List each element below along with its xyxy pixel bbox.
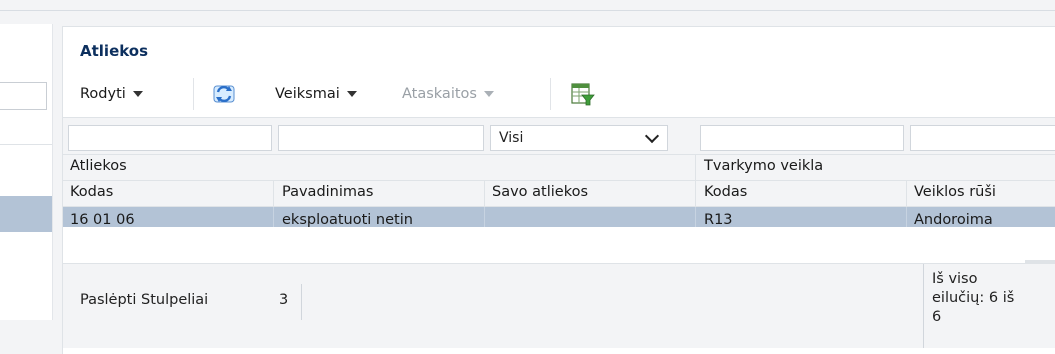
filter-name-input[interactable] — [278, 125, 484, 151]
column-header-name[interactable]: Pavadinimas — [282, 184, 373, 200]
hidden-columns-label: Paslėpti Stulpeliai — [80, 292, 209, 308]
toolbar: Rodyti Veiksmai Ataskaitos — [63, 73, 1055, 115]
column-divider — [695, 155, 696, 180]
top-divider — [0, 10, 1055, 11]
hidden-columns-count[interactable]: 3 — [279, 292, 288, 308]
column-divider — [906, 207, 907, 227]
waste-panel: Atliekos Rodyti Veiksmai Ataskaitos Visi… — [62, 26, 1055, 354]
filter-activity-type-input[interactable] — [910, 125, 1055, 151]
chevron-down-icon — [483, 91, 494, 97]
view-menu-label: Rodyti — [80, 86, 126, 102]
column-header-activity-type[interactable]: Veiklos rūši — [914, 184, 996, 200]
left-selected-item[interactable] — [0, 196, 52, 232]
column-divider — [273, 181, 274, 206]
footer-divider — [301, 284, 302, 320]
column-header-activity-code[interactable]: Kodas — [704, 184, 747, 200]
grid-footer: Paslėpti Stulpeliai 3 Iš viso eilučių: 6… — [63, 263, 1055, 348]
filter-code-input[interactable] — [68, 125, 272, 151]
toolbar-separator — [193, 78, 194, 110]
left-search-input[interactable] — [0, 82, 47, 110]
cell-activity-type: Andoroima — [914, 212, 993, 227]
group-header-row: Atliekos Tvarkymo veikla — [63, 155, 1055, 181]
column-divider — [484, 181, 485, 206]
filter-own-waste-value: Visi — [499, 130, 524, 146]
column-divider — [273, 207, 274, 227]
waste-grid: Visi Atliekos Tvarkymo veikla Kodas Pava… — [63, 117, 1055, 260]
column-header-row: Kodas Pavadinimas Savo atliekos Kodas Ve… — [63, 181, 1055, 207]
reports-menu-button[interactable]: Ataskaitos — [402, 73, 494, 115]
cell-code: 16 01 06 — [70, 212, 135, 227]
chevron-down-icon — [132, 91, 143, 97]
actions-menu-label: Veiksmai — [275, 86, 340, 102]
column-header-code[interactable]: Kodas — [70, 184, 113, 200]
cell-name: eksploatuoti netin — [282, 212, 413, 227]
table-row[interactable]: 16 01 06 eksploatuoti netin R13 Andoroim… — [63, 207, 1055, 227]
group-header-treatment: Tvarkymo veikla — [704, 158, 824, 174]
filter-activity-code-input[interactable] — [700, 125, 904, 151]
column-header-own-waste[interactable]: Savo atliekos — [492, 184, 588, 200]
group-header-waste: Atliekos — [70, 158, 127, 174]
column-divider — [695, 207, 696, 227]
actions-menu-button[interactable]: Veiksmai — [275, 73, 357, 115]
filter-row: Visi — [63, 118, 1055, 155]
total-rows-text: Iš viso eilučių: 6 iš 6 — [923, 264, 1043, 348]
view-menu-button[interactable]: Rodyti — [80, 73, 143, 115]
left-divider — [0, 144, 52, 145]
column-divider — [484, 207, 485, 227]
total-rows-line-1: Iš viso — [932, 271, 978, 287]
total-rows-line-3: 6 — [932, 309, 942, 325]
panel-title: Atliekos — [80, 42, 149, 60]
column-divider — [695, 181, 696, 206]
chevron-down-icon — [346, 91, 357, 97]
total-rows-line-2: eilučių: 6 iš — [932, 290, 1015, 306]
excel-filter-icon[interactable] — [569, 81, 595, 107]
cell-activity-code: R13 — [704, 212, 733, 227]
chevron-down-icon — [644, 128, 660, 144]
refresh-icon[interactable] — [211, 81, 237, 107]
filter-own-waste-select[interactable]: Visi — [490, 125, 668, 151]
toolbar-separator — [550, 78, 551, 110]
left-panel — [0, 24, 53, 320]
reports-menu-label: Ataskaitos — [402, 86, 477, 102]
column-divider — [906, 181, 907, 206]
